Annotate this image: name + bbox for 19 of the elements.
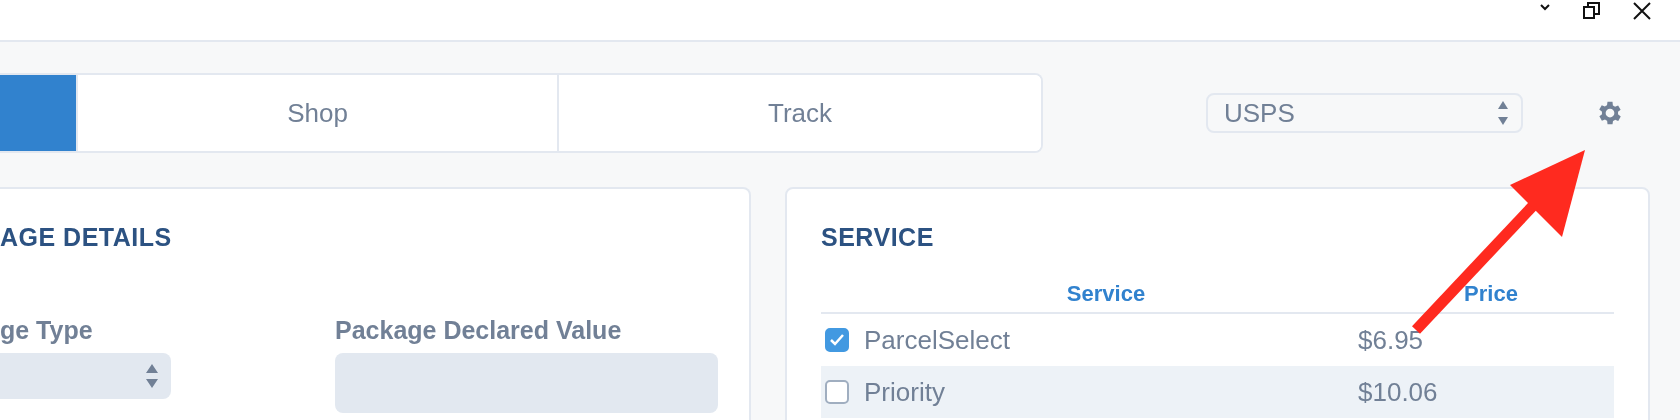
service-name: ParcelSelect bbox=[864, 324, 1011, 356]
service-name: Priority bbox=[864, 376, 946, 408]
service-price: $10.06 bbox=[1358, 376, 1438, 408]
column-header[interactable]: Price bbox=[1391, 281, 1591, 307]
field-label: ge Type bbox=[0, 316, 94, 345]
check-icon bbox=[829, 333, 845, 347]
checkbox[interactable] bbox=[825, 380, 849, 404]
declared-value-input[interactable] bbox=[335, 353, 718, 413]
service-price: $6.95 bbox=[1358, 324, 1424, 356]
restore-icon[interactable] bbox=[1582, 2, 1602, 20]
section-title: SERVICE bbox=[821, 223, 935, 252]
checkbox[interactable] bbox=[825, 328, 849, 352]
field-label: Package Declared Value bbox=[335, 316, 623, 345]
section-title: AGE DETAILS bbox=[0, 223, 173, 252]
carrier-select[interactable]: USPS bbox=[1206, 93, 1523, 133]
tab[interactable]: Track bbox=[557, 75, 1041, 151]
column-header[interactable]: Service bbox=[821, 281, 1391, 307]
service-row[interactable]: Priority $10.06 bbox=[821, 366, 1614, 418]
close-icon[interactable] bbox=[1632, 2, 1652, 20]
